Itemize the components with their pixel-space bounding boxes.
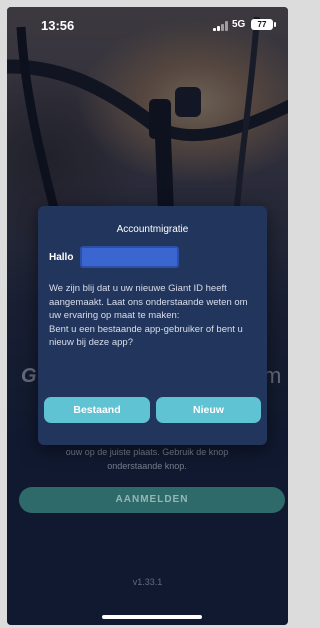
- existing-user-button[interactable]: Bestaand: [44, 397, 150, 423]
- battery-icon: 77: [251, 19, 276, 30]
- home-indicator[interactable]: [102, 615, 202, 619]
- info-text: ouw op de juiste plaats. Gebruik de knop…: [65, 447, 229, 471]
- greeting-label: Hallo: [49, 252, 74, 263]
- status-time: 13:56: [41, 18, 75, 33]
- username-redacted-field: [80, 246, 179, 268]
- dialog-body-paragraph: We zijn blij dat u uw nieuwe Giant ID he…: [49, 283, 248, 321]
- new-user-button[interactable]: Nieuw: [156, 397, 261, 423]
- phone-screen: 13:56 5G 77 G m ouw op de juiste plaats.…: [7, 7, 288, 625]
- dialog-question: Bent u een bestaande app-gebruiker of be…: [49, 323, 243, 349]
- account-migration-dialog: Accountmigratie Hallo We zijn blij dat u…: [38, 206, 267, 445]
- brand-logo-fragment: G: [21, 365, 37, 387]
- app-version: v1.33.1: [132, 577, 163, 587]
- status-bar: 13:56 5G 77: [7, 7, 288, 47]
- dialog-body: We zijn blij dat u uw nieuwe Giant ID he…: [49, 282, 261, 350]
- login-button[interactable]: AANMELDEN: [19, 487, 285, 513]
- signal-icon: [213, 21, 229, 31]
- network-type: 5G: [232, 19, 246, 30]
- dialog-title: Accountmigratie: [116, 224, 189, 235]
